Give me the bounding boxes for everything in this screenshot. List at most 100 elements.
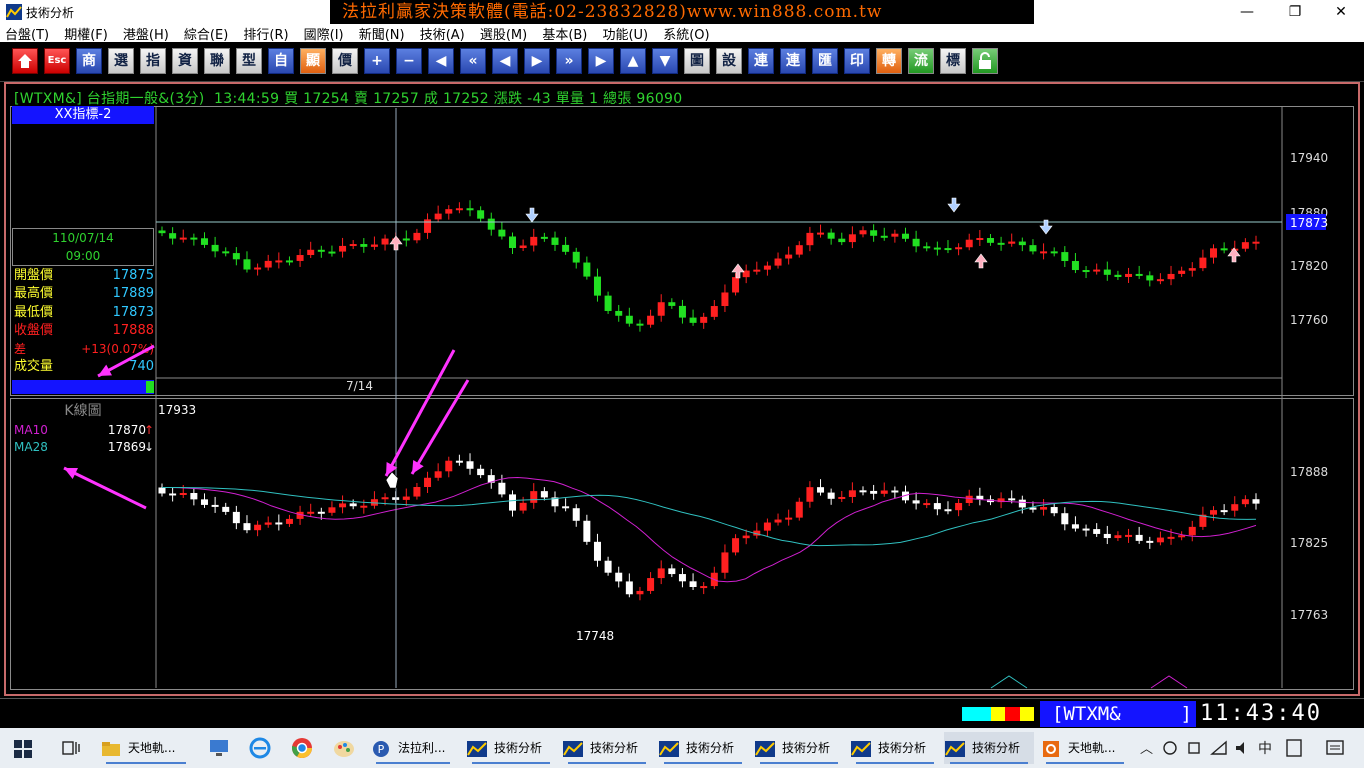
scroll-left-button[interactable]: ◀ <box>428 48 454 74</box>
taskbar-item-office[interactable]: 天地軌... <box>1040 732 1130 764</box>
print-button[interactable]: 印 <box>844 48 870 74</box>
tray-wifi-icon[interactable] <box>1210 740 1228 756</box>
tool-button-21[interactable]: 圖 <box>684 48 710 74</box>
candle <box>158 230 166 234</box>
taskbar-item-chart-6[interactable]: 技術分析 <box>944 732 1034 764</box>
tool-button-23[interactable]: 連 <box>748 48 774 74</box>
notification-icon[interactable] <box>1326 739 1344 757</box>
candle <box>1135 273 1143 276</box>
candle <box>593 276 601 296</box>
taskbar-item-folder[interactable]: 天地軌... <box>100 732 192 764</box>
tool-button-2[interactable]: 選 <box>108 48 134 74</box>
tray-battery-icon[interactable] <box>1186 740 1202 756</box>
menu-stock-pick[interactable]: 選股(M) <box>475 27 532 42</box>
tool-button-22[interactable]: 設 <box>716 48 742 74</box>
tray-language[interactable]: 中 <box>1258 738 1272 758</box>
computer-icon[interactable] <box>208 738 230 758</box>
candle <box>604 295 612 311</box>
tool-button-4[interactable]: 資 <box>172 48 198 74</box>
chart-canvas[interactable]: 1794017880178201776017873178881782517763… <box>6 84 1358 694</box>
move-up-button[interactable]: ▲ <box>620 48 646 74</box>
tool-button-1[interactable]: 商 <box>76 48 102 74</box>
tool-button-25[interactable]: 匯 <box>812 48 838 74</box>
taskbar-item-chart-4[interactable]: 技術分析 <box>754 732 844 764</box>
menu-fundamental[interactable]: 基本(B) <box>537 27 592 42</box>
tray-ime-icon[interactable] <box>1286 739 1302 757</box>
tool-button-28[interactable]: 流 <box>908 48 934 74</box>
candle <box>349 503 357 507</box>
low-price-label: 17748 <box>576 629 614 643</box>
tool-button-6[interactable]: 型 <box>236 48 262 74</box>
candle <box>370 244 378 247</box>
taskbar-item-label: 技術分析 <box>686 741 735 755</box>
candle <box>487 218 495 230</box>
candle <box>307 249 315 256</box>
tool-button-27[interactable]: 轉 <box>876 48 902 74</box>
candle <box>402 238 410 241</box>
minimize-button[interactable]: — <box>1224 0 1270 24</box>
candle <box>498 229 506 237</box>
taskbar-item-chart-5[interactable]: 技術分析 <box>850 732 940 764</box>
scroll-right-button[interactable]: ▶ <box>588 48 614 74</box>
tray-volume-icon[interactable] <box>1234 740 1250 756</box>
menu-composite[interactable]: 綜合(E) <box>179 27 233 42</box>
candle <box>657 302 665 316</box>
tool-button-3[interactable]: 指 <box>140 48 166 74</box>
taskbar-item-chart-1[interactable]: 技術分析 <box>466 732 556 764</box>
windows-start-icon[interactable] <box>14 740 32 758</box>
lock-button[interactable] <box>972 48 998 74</box>
tool-button-24[interactable]: 連 <box>780 48 806 74</box>
menu-news[interactable]: 新聞(N) <box>354 27 410 42</box>
menu-futures[interactable]: 期權(F) <box>59 27 113 42</box>
move-down-button[interactable]: ▼ <box>652 48 678 74</box>
zoom-out-button[interactable]: − <box>396 48 422 74</box>
ie-browser-icon[interactable] <box>248 736 272 760</box>
esc-button[interactable]: Esc <box>44 48 70 74</box>
menu-international[interactable]: 國際(I) <box>299 27 349 42</box>
maximize-button[interactable]: ❐ <box>1272 0 1318 24</box>
tray-sync-icon[interactable] <box>1162 740 1178 756</box>
menu-system[interactable]: 系統(O) <box>658 27 714 42</box>
candle <box>1008 241 1016 244</box>
candle <box>700 586 708 589</box>
menu-function[interactable]: 功能(U) <box>597 27 653 42</box>
current-price-label: 17873 <box>1290 216 1328 230</box>
step-right-button[interactable]: ▶ <box>524 48 550 74</box>
candle <box>647 578 655 591</box>
tool-button-9[interactable]: 價 <box>332 48 358 74</box>
tool-button-7[interactable]: 自 <box>268 48 294 74</box>
taskbar-item-ferrari[interactable]: P 法拉利... <box>370 732 456 764</box>
taskbar-item-chart-2[interactable]: 技術分析 <box>562 732 652 764</box>
taskbar-item-label: 天地軌... <box>1068 741 1116 755</box>
candle <box>1071 261 1079 271</box>
menu-ranking[interactable]: 排行(R) <box>238 27 293 42</box>
candle <box>381 497 389 500</box>
home-button[interactable] <box>12 48 38 74</box>
tool-button-5[interactable]: 聯 <box>204 48 230 74</box>
candle <box>1061 513 1069 525</box>
candle <box>806 232 814 246</box>
taskbar-item-chart-3[interactable]: 技術分析 <box>658 732 748 764</box>
close-button[interactable]: ✕ <box>1318 0 1364 24</box>
tool-button-8[interactable]: 顯 <box>300 48 326 74</box>
zoom-in-button[interactable]: + <box>364 48 390 74</box>
fast-right-button[interactable]: » <box>556 48 582 74</box>
menu-technical[interactable]: 技術(A) <box>415 27 470 42</box>
candle <box>1050 251 1058 254</box>
candle <box>615 572 623 582</box>
step-left-button[interactable]: ◀ <box>492 48 518 74</box>
sell-signal-arrow-icon <box>525 207 539 223</box>
candle <box>190 492 198 500</box>
candle <box>530 491 538 503</box>
taskbar-item-label: 技術分析 <box>494 741 543 755</box>
tool-button-29[interactable]: 標 <box>940 48 966 74</box>
chrome-browser-icon[interactable] <box>290 736 314 760</box>
menu-hk[interactable]: 港盤(H) <box>118 27 174 42</box>
paint-app-icon[interactable] <box>332 736 356 760</box>
taskbar: 天地軌... P 法拉利... 技術分析 技術分析 技術分析 技術分析 技術分析 … <box>0 728 1364 768</box>
tray-chevron-icon[interactable]: ︿ <box>1140 738 1153 757</box>
task-view-icon[interactable] <box>62 740 80 756</box>
fast-left-button[interactable]: « <box>460 48 486 74</box>
candle <box>827 492 835 499</box>
menu-tw[interactable]: 台盤(T) <box>0 27 54 42</box>
